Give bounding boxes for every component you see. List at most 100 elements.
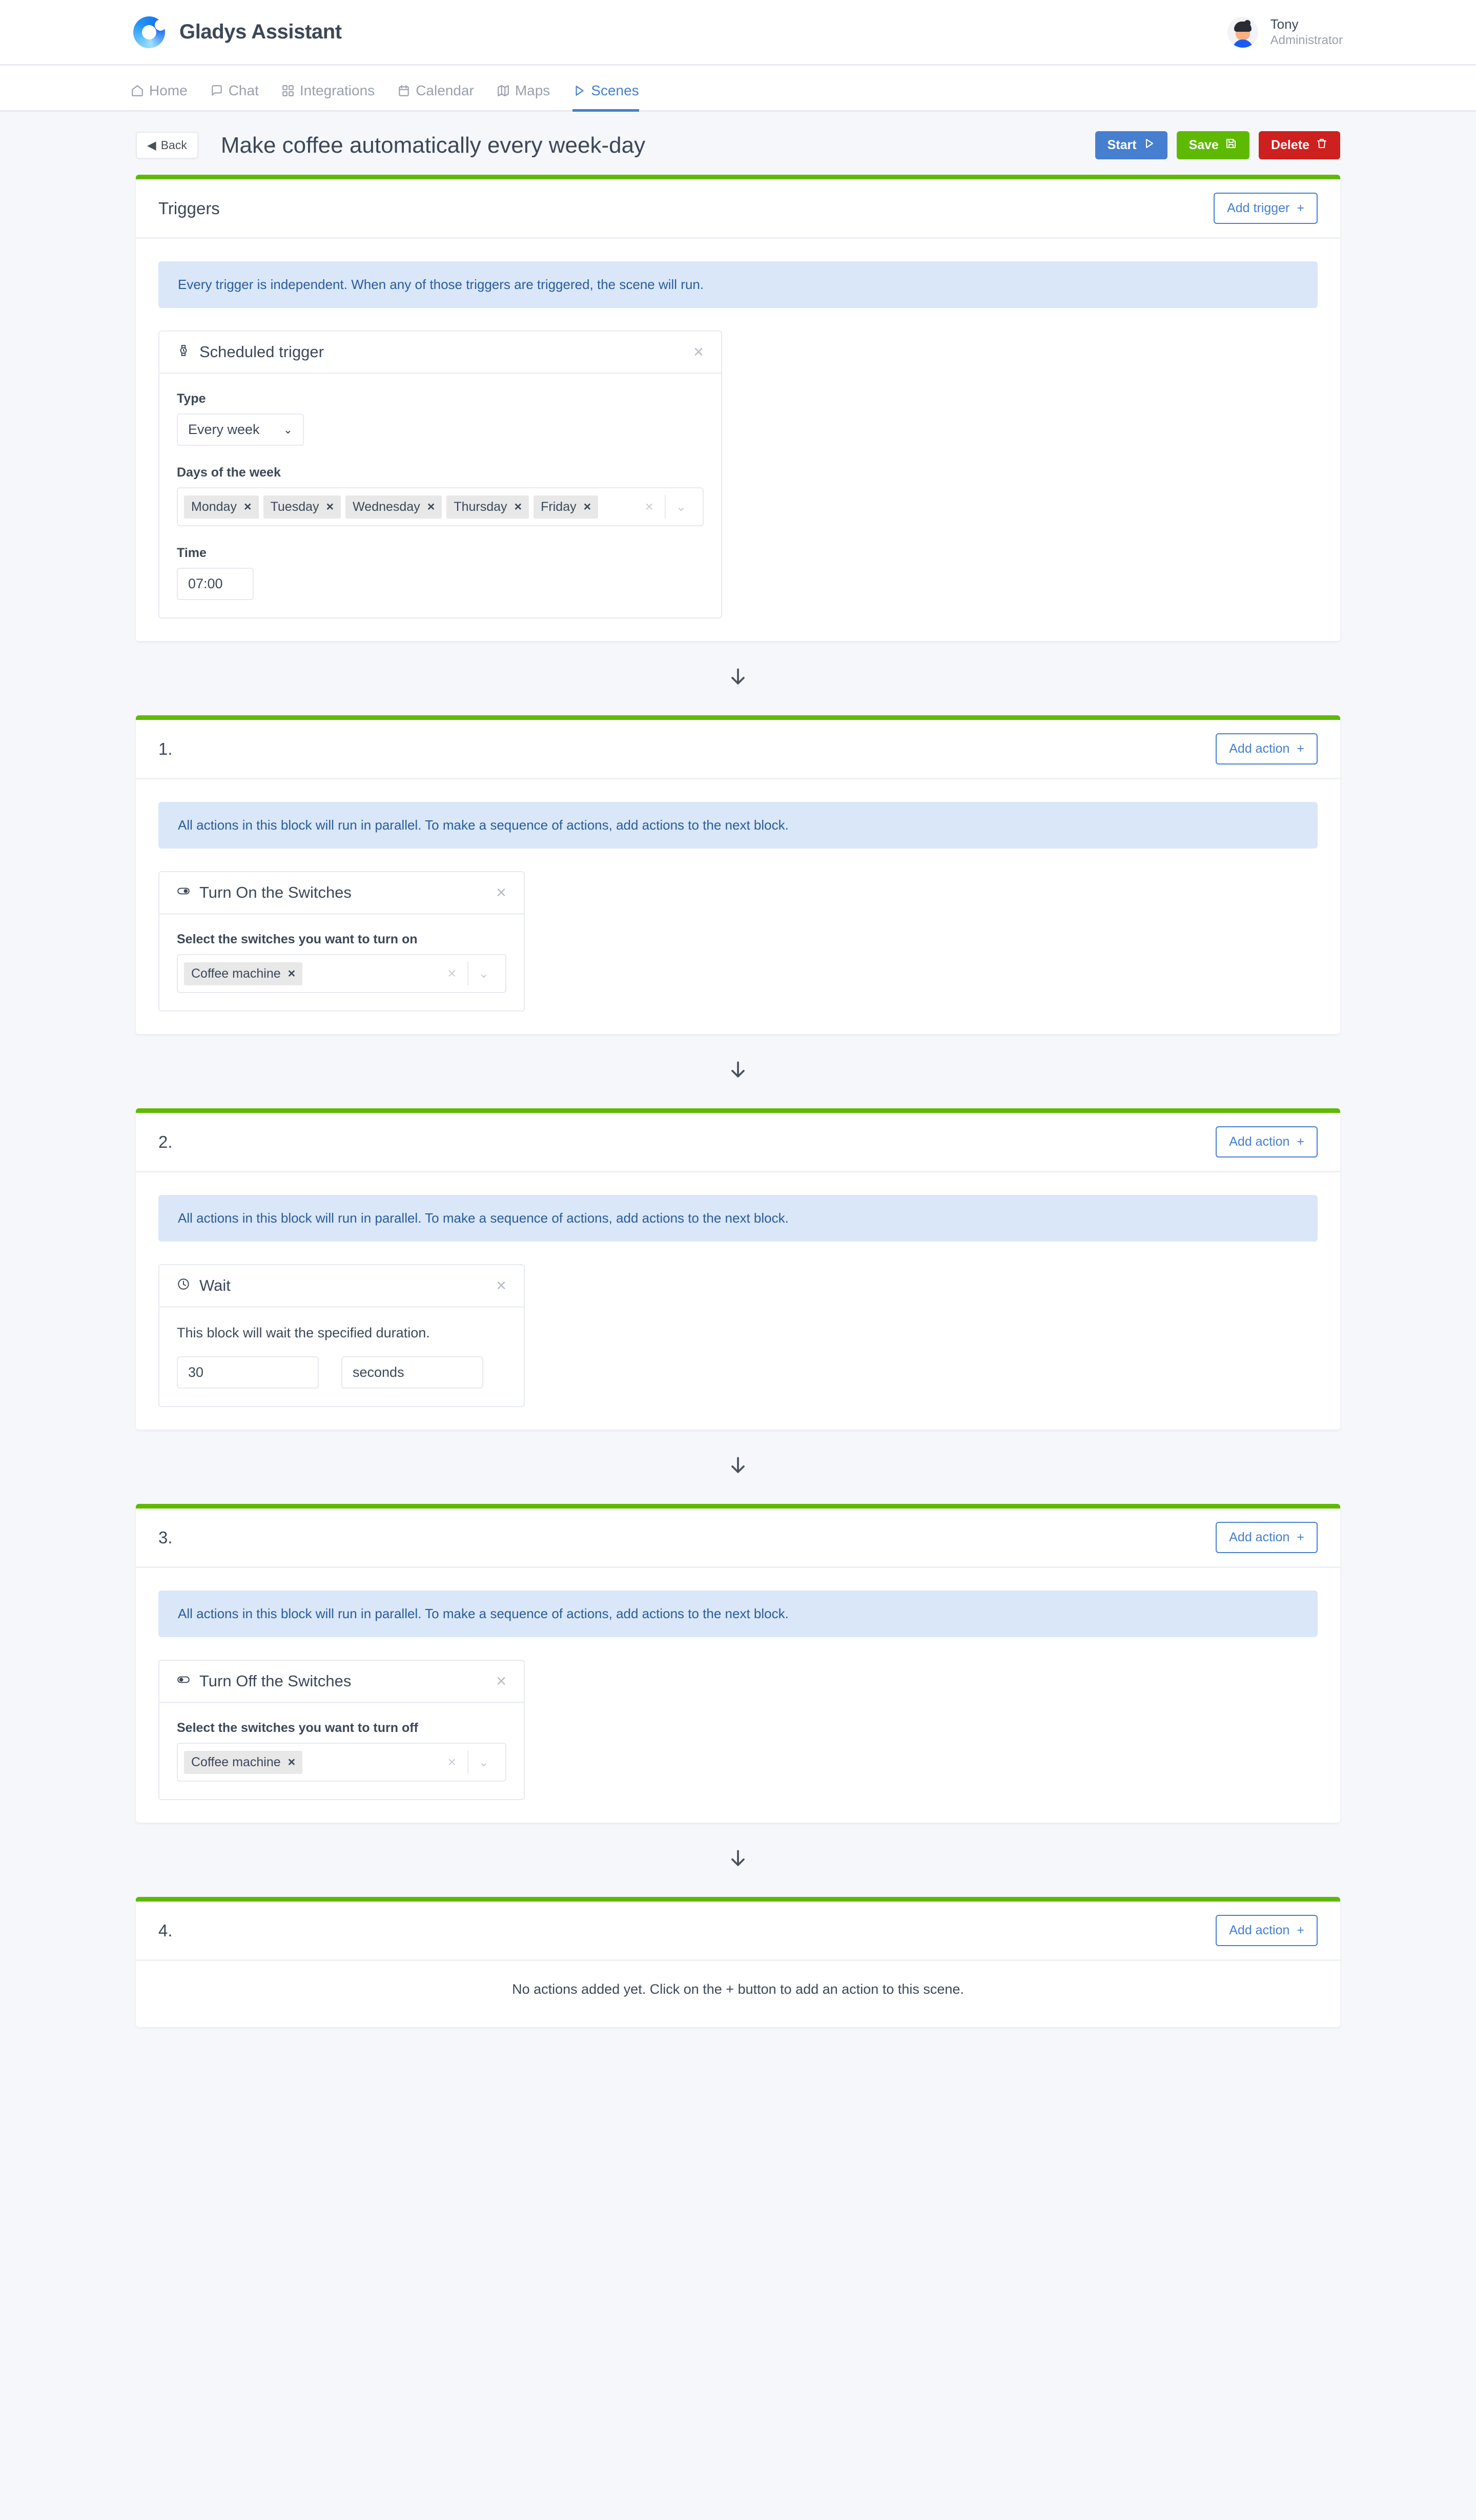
flow-arrow	[136, 1430, 1340, 1504]
trash-icon	[1316, 137, 1328, 153]
days-label: Days of the week	[177, 465, 281, 480]
plus-icon: +	[1297, 1530, 1304, 1544]
chat-bubble-icon	[210, 84, 223, 97]
save-button[interactable]: Save	[1176, 131, 1249, 159]
block-header: 1. Add action +	[136, 720, 1340, 779]
switches-multiselect[interactable]: Coffee machine × × ⌄	[177, 954, 506, 993]
nav-item-calendar[interactable]: Calendar	[386, 82, 485, 110]
add-action-button[interactable]: Add action +	[1216, 1126, 1318, 1158]
action-header: Wait ×	[159, 1265, 524, 1308]
close-icon[interactable]: ×	[496, 1672, 506, 1690]
block-number: 3.	[158, 1527, 173, 1547]
turn-off-switches-panel: Turn Off the Switches × Select the switc…	[158, 1660, 525, 1800]
clear-all-icon[interactable]: ×	[634, 499, 665, 515]
switches-field-label: Select the switches you want to turn off	[177, 1721, 418, 1735]
close-icon[interactable]: ×	[496, 884, 506, 901]
chevron-left-icon: ◀	[147, 138, 156, 152]
wait-amount-input[interactable]	[177, 1356, 319, 1389]
map-icon	[497, 84, 510, 97]
clear-all-icon[interactable]: ×	[437, 1754, 467, 1770]
gladys-logo-ring-icon	[133, 16, 166, 48]
switches-multiselect[interactable]: Coffee machine × × ⌄	[177, 1743, 506, 1782]
nav-item-maps[interactable]: Maps	[485, 82, 561, 110]
close-icon[interactable]: ×	[693, 343, 704, 361]
delete-button[interactable]: Delete	[1258, 131, 1340, 159]
remove-chip-icon[interactable]: ×	[515, 500, 522, 514]
close-icon[interactable]: ×	[496, 1277, 506, 1294]
nav-label: Chat	[228, 82, 259, 98]
scheduled-trigger-body: Type Every week ⌄ Days of the week Monda…	[159, 374, 721, 617]
switch-chip[interactable]: Coffee machine ×	[184, 962, 303, 985]
action-block-2: 2. Add action + All actions in this bloc…	[136, 1108, 1340, 1430]
start-button[interactable]: Start	[1095, 131, 1167, 159]
add-trigger-button[interactable]: Add trigger +	[1214, 193, 1318, 224]
triggers-card: Triggers Add trigger + Every trigger is …	[136, 175, 1340, 641]
clear-all-icon[interactable]: ×	[437, 965, 467, 982]
day-chip-label: Wednesday	[353, 499, 420, 514]
nav-item-integrations[interactable]: Integrations	[270, 82, 386, 110]
chevron-down-icon[interactable]: ⌄	[468, 966, 499, 981]
remove-chip-icon[interactable]: ×	[244, 500, 252, 514]
days-chip-list: Monday × Tuesday × Wednesday × Thursday …	[184, 495, 634, 519]
empty-actions-message: No actions added yet. Click on the + but…	[512, 1981, 964, 1997]
time-input[interactable]	[177, 568, 254, 600]
page-header: ◀ Back Make coffee automatically every w…	[136, 112, 1340, 175]
day-chip[interactable]: Monday ×	[184, 495, 259, 519]
triggers-card-header: Triggers Add trigger +	[136, 179, 1340, 239]
add-action-button[interactable]: Add action +	[1216, 1915, 1318, 1946]
flow-arrow	[136, 1823, 1340, 1897]
block-info-alert: All actions in this block will run in pa…	[158, 1591, 1318, 1637]
block-header: 2. Add action +	[136, 1113, 1340, 1172]
type-select[interactable]: Every week ⌄	[177, 414, 304, 446]
type-label: Type	[177, 391, 206, 406]
add-action-button[interactable]: Add action +	[1216, 733, 1318, 765]
days-of-week-multiselect[interactable]: Monday × Tuesday × Wednesday × Thursday …	[177, 487, 704, 526]
nav-item-scenes[interactable]: Scenes	[561, 82, 650, 112]
chevron-down-icon: ⌄	[283, 423, 293, 436]
watch-icon	[177, 343, 190, 361]
switch-chip-label: Coffee machine	[191, 1754, 281, 1769]
wait-action-panel: Wait × This block will wait the specifie…	[158, 1264, 525, 1407]
day-chip[interactable]: Tuesday ×	[263, 495, 341, 519]
block-number: 2.	[158, 1132, 173, 1151]
back-button[interactable]: ◀ Back	[136, 132, 198, 159]
floppy-disk-icon	[1225, 137, 1237, 153]
block-body: All actions in this block will run in pa…	[136, 1568, 1340, 1823]
block-body: All actions in this block will run in pa…	[136, 1172, 1340, 1430]
wait-unit-input[interactable]	[341, 1356, 483, 1389]
add-action-button[interactable]: Add action +	[1216, 1522, 1318, 1553]
block-body: All actions in this block will run in pa…	[136, 779, 1340, 1034]
toggle-on-icon	[177, 883, 190, 902]
action-title: Turn Off the Switches	[199, 1672, 352, 1690]
chevron-down-icon[interactable]: ⌄	[468, 1755, 499, 1770]
flow-arrow	[136, 1034, 1340, 1108]
remove-chip-icon[interactable]: ×	[584, 500, 591, 514]
user-menu[interactable]: Tony Administrator	[1227, 16, 1343, 48]
nav-item-home[interactable]: Home	[131, 82, 199, 110]
block-body: No actions added yet. Click on the + but…	[136, 1961, 1340, 2027]
chevron-down-icon[interactable]: ⌄	[666, 500, 696, 514]
flow-arrow	[136, 641, 1340, 715]
day-chip[interactable]: Friday ×	[534, 495, 599, 519]
day-chip[interactable]: Thursday ×	[446, 495, 529, 519]
block-number: 1.	[158, 739, 173, 758]
block-info-alert: All actions in this block will run in pa…	[158, 802, 1318, 849]
scene-editor-page: ◀ Back Make coffee automatically every w…	[0, 112, 1476, 2089]
action-title: Wait	[199, 1276, 231, 1294]
plus-icon: +	[1297, 1134, 1304, 1149]
day-chip-label: Tuesday	[270, 499, 319, 514]
nav-label: Calendar	[416, 82, 474, 98]
brand[interactable]: Gladys Assistant	[133, 16, 342, 48]
wait-note: This block will wait the specified durat…	[177, 1325, 430, 1340]
nav-item-chat[interactable]: Chat	[199, 82, 270, 110]
remove-chip-icon[interactable]: ×	[427, 500, 435, 514]
remove-chip-icon[interactable]: ×	[288, 966, 296, 981]
switch-chip[interactable]: Coffee machine ×	[184, 1750, 303, 1774]
remove-chip-icon[interactable]: ×	[326, 500, 334, 514]
remove-chip-icon[interactable]: ×	[288, 1755, 296, 1770]
day-chip[interactable]: Wednesday ×	[345, 495, 442, 519]
grid-icon	[281, 84, 295, 97]
block-info-alert: All actions in this block will run in pa…	[158, 1195, 1318, 1242]
home-icon	[131, 84, 144, 97]
action-title: Turn On the Switches	[199, 883, 352, 901]
